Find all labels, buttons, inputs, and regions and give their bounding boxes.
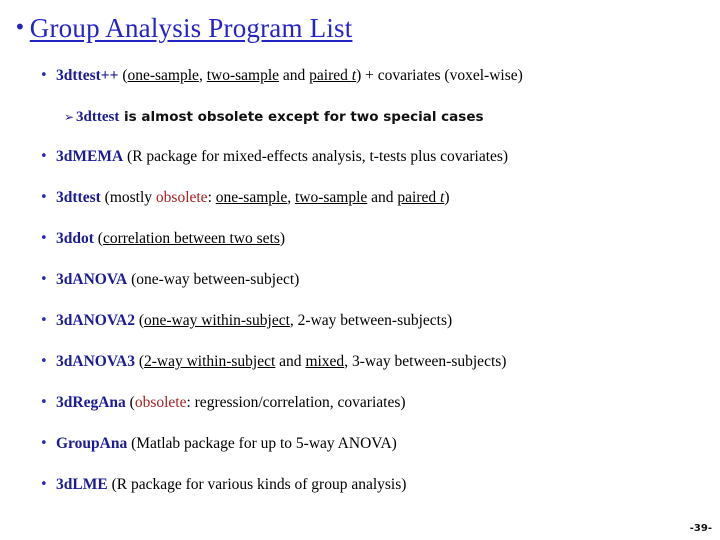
program-description-part: and (279, 67, 310, 84)
program-name: 3dANOVA2 (56, 312, 135, 329)
program-description-part: (R package for mixed-effects analysis, t… (123, 148, 509, 165)
program-list-item: • 3dANOVA3 (2-way within-subject and mixe… (0, 352, 720, 372)
program-description-part: : regression/correlation, covariates) (186, 394, 406, 411)
bullet-dot-icon: • (40, 190, 48, 205)
slide-title: • Group Analysis Program List (14, 12, 352, 44)
subitem-text: is almost obsolete except for two specia… (119, 109, 484, 125)
program-list-item: • 3dMEMA (R package for mixed-effects ana… (0, 147, 720, 167)
program-description-part: , (287, 189, 295, 206)
bullet-dot-icon: • (40, 272, 48, 287)
program-description-part: mixed (305, 353, 345, 370)
program-description-part: obsolete (155, 189, 208, 206)
program-name: 3dLME (56, 476, 108, 493)
program-description-part: and (367, 189, 398, 206)
program-description-part: correlation between two sets (102, 230, 280, 247)
program-name: 3dMEMA (56, 148, 124, 165)
bullet-dot-icon: • (40, 477, 48, 492)
program-description-part: two-sample (206, 67, 280, 84)
program-description-part: paired (397, 189, 441, 206)
program-description-part: obsolete (134, 394, 187, 411)
program-description-part: one-sample (215, 189, 288, 206)
program-description-part: two-sample (294, 189, 368, 206)
program-list-item: • 3dLME (R package for various kinds of g… (0, 475, 720, 495)
slide-canvas: { "slide": { "title": "Group Analysis Pr… (0, 0, 720, 540)
page-number: -39- (689, 523, 712, 534)
bullet-dot-icon: • (40, 149, 48, 164)
bullet-dot-icon: • (40, 436, 48, 451)
page-title: Group Analysis Program List (29, 13, 353, 43)
program-description-part: and (275, 353, 306, 370)
bullet-dot-icon: • (40, 313, 48, 328)
program-description-part: (one-way between-subject) (127, 271, 300, 288)
program-description-part: one-sample (127, 67, 199, 84)
program-description-part: one-way within-subject (144, 312, 290, 329)
program-name: 3dANOVA3 (56, 353, 135, 370)
program-description-part: (R package for various kinds of group an… (107, 476, 407, 493)
program-name: 3dANOVA (56, 271, 128, 288)
program-description-part: : (207, 189, 216, 206)
program-description-part: , 3-way between-subjects) (344, 353, 507, 370)
program-list-subitem: ➢ 3dttest is almost obsolete except for t… (0, 107, 720, 127)
program-list-item: • 3dRegAna (obsolete: regression/correlat… (0, 393, 720, 413)
bullet-dot-icon: • (40, 354, 48, 369)
program-description-part: ( (134, 353, 144, 370)
program-description-part: ) (279, 230, 286, 247)
subitem-body: 3dttest is almost obsolete except for tw… (76, 109, 484, 125)
program-name: 3dRegAna (56, 394, 126, 411)
program-name: GroupAna (56, 435, 128, 452)
program-description-part: ( (93, 230, 103, 247)
program-list-item: • 3dttest++ (one-sample, two-sample and p… (0, 66, 720, 86)
subitem-program-name: 3dttest (76, 109, 120, 125)
program-description-part: (Matlab package for up to 5-way ANOVA) (127, 435, 397, 452)
program-description-part: 2-way within-subject (144, 353, 276, 370)
program-name: 3ddot (56, 230, 94, 247)
bullet-dot-icon: • (40, 68, 48, 83)
program-description-part: ( (134, 312, 144, 329)
program-list-item: • 3dttest (mostly obsolete: one-sample, t… (0, 188, 720, 208)
program-description-part: ) (444, 189, 450, 206)
program-description-part: (mostly (100, 189, 156, 206)
title-bullet-icon: • (14, 15, 26, 39)
program-description-part: , 2-way between-subjects) (289, 312, 453, 329)
program-list-item: • 3ddot (correlation between two sets) (0, 229, 720, 249)
program-list-item: • 3dANOVA2 (one-way within-subject, 2-way… (0, 311, 720, 331)
bullet-dot-icon: • (40, 231, 48, 246)
bullet-dot-icon: • (40, 395, 48, 410)
program-name: 3dttest (56, 189, 101, 206)
program-description-part: ( (125, 394, 135, 411)
program-list-item: • GroupAna (Matlab package for up to 5-wa… (0, 434, 720, 454)
program-description-part: , (198, 67, 207, 84)
program-description-part: paired (309, 67, 352, 84)
arrow-bullet-icon: ➢ (64, 110, 75, 124)
program-name: 3dttest++ (56, 67, 119, 84)
program-list-item: • 3dANOVA (one-way between-subject) (0, 270, 720, 290)
program-description-part: ) + covariates (voxel-wise) (356, 67, 523, 84)
